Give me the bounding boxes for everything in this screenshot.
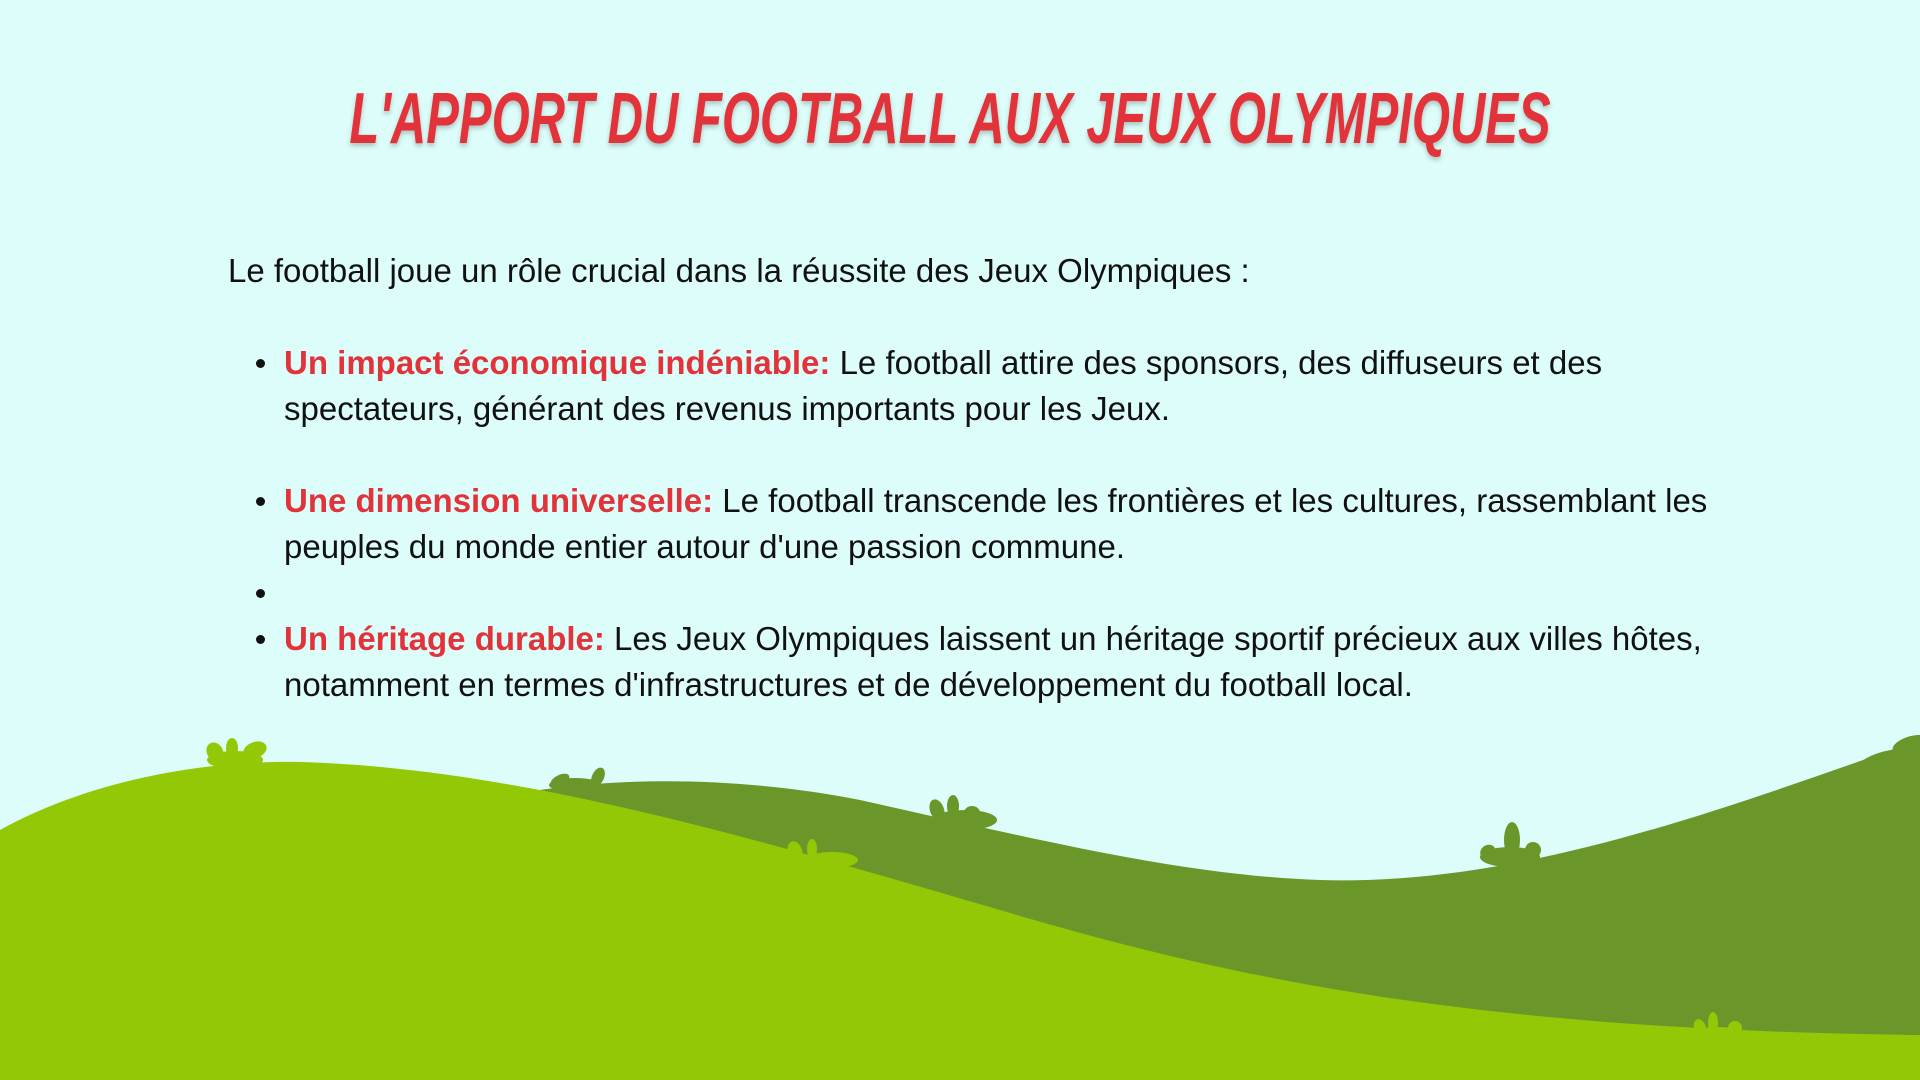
bullet-item-universal: Une dimension universelle: Le football t… [256,478,1718,570]
bullet-item-economic: Un impact économique indéniable: Le foot… [256,340,1718,432]
bullet-list: Un impact économique indéniable: Le foot… [228,340,1718,708]
grass-tuft-icon [1480,822,1541,867]
slide-body: Le football joue un rôle crucial dans la… [228,248,1718,708]
intro-text: Le football joue un rôle crucial dans la… [228,252,1250,289]
bullet-item-legacy: Un héritage durable: Les Jeux Olympiques… [256,616,1718,708]
grass-tuft-icon [206,738,267,769]
bullet-label: Un héritage durable: [284,620,605,657]
bullet-label: Un impact économique indéniable: [284,344,831,381]
bullet-spacer [284,432,1718,478]
slide-title: L'APPORT DU FOOTBALL AUX JEUX OLYMPIQUES [349,79,1551,159]
bullet-label: Une dimension universelle: [284,482,714,519]
slide: L'APPORT DU FOOTBALL AUX JEUX OLYMPIQUES… [0,0,1920,1080]
bullet-item-empty [256,570,1718,616]
grass-tuft-icon [929,795,997,830]
